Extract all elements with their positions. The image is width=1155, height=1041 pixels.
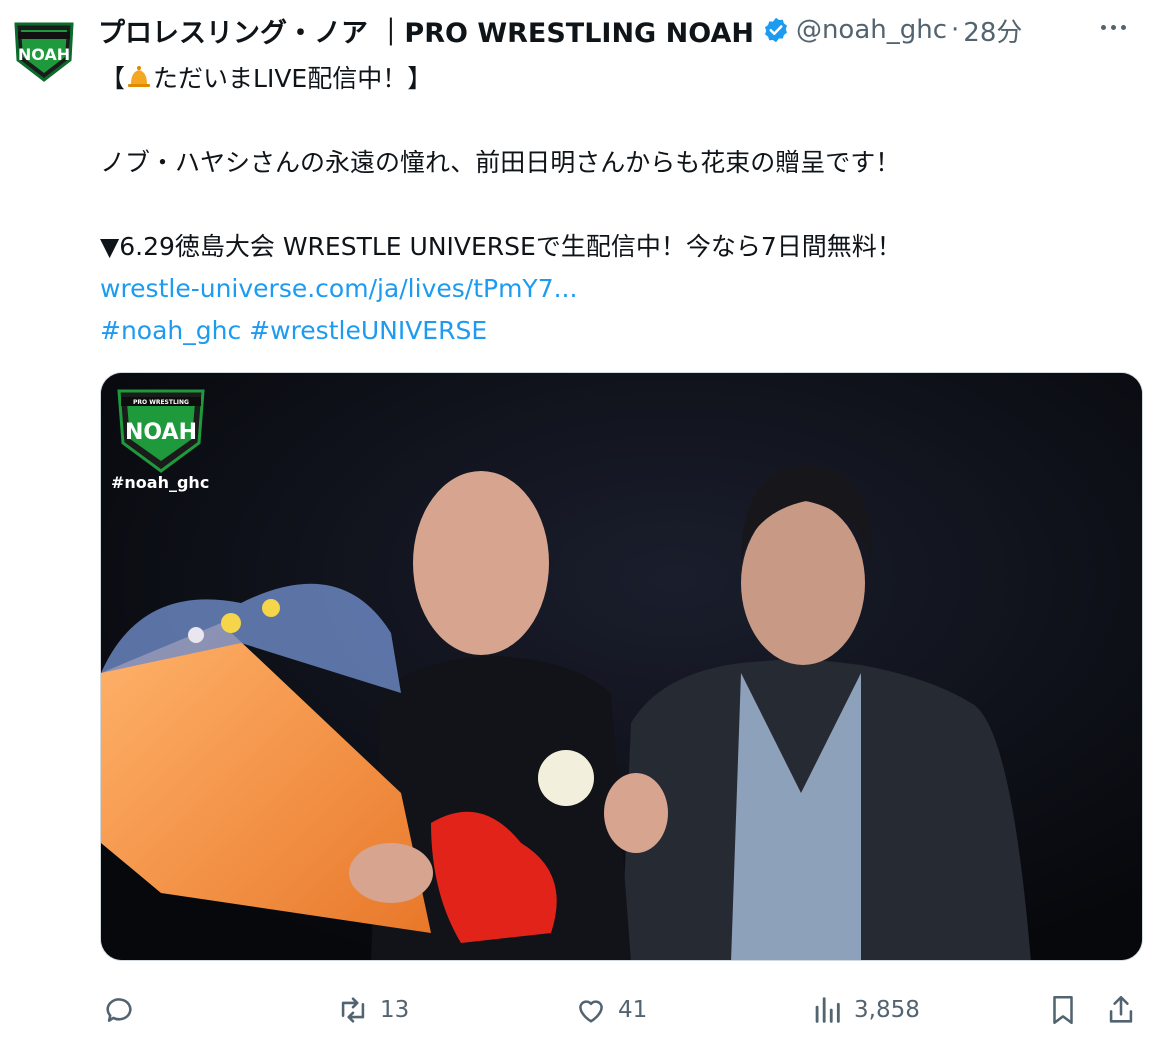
face-left [413, 471, 549, 655]
fist [604, 773, 668, 853]
views-button[interactable]: 3,858 [810, 988, 920, 1032]
shirt-logo [538, 750, 594, 806]
display-name[interactable]: プロレスリング・ノア ｜PRO WRESTLING NOAH [98, 11, 754, 50]
logo-overlay-top: PRO WRESTLING [133, 399, 189, 406]
like-count: 41 [618, 997, 648, 1023]
verified-badge-icon [762, 16, 790, 44]
retweet-icon [341, 997, 365, 1023]
message-line: ノブ・ハヤシさんの永遠の憧れ、前田日明さんからも花束の贈呈です！ [100, 148, 901, 177]
tweet-header: プロレスリング・ノア ｜PRO WRESTLING NOAH @noah_ghc… [98, 10, 1075, 50]
separator-dot: · [951, 15, 960, 45]
hand [349, 843, 433, 903]
svg-text:NOAH: NOAH [18, 45, 70, 64]
reply-icon [106, 998, 132, 1022]
event-line: ▼6.29徳島大会 WRESTLE UNIVERSEで生配信中！今なら7日間無料… [100, 232, 902, 261]
tweet-media-image[interactable]: PRO WRESTLING NOAH #noah_ghc [100, 372, 1143, 961]
share-icon [1109, 995, 1133, 1023]
avatar[interactable]: NOAH [8, 14, 80, 86]
stage-photo: PRO WRESTLING NOAH #noah_ghc [101, 373, 1142, 960]
face-right [741, 501, 865, 665]
more-options-icon[interactable] [1095, 12, 1131, 42]
tweet-actions: 13 41 3,858 [100, 988, 1150, 1032]
timestamp[interactable]: 28分 [963, 12, 1022, 49]
logo-overlay-main: NOAH [125, 420, 197, 445]
views-icon [815, 997, 840, 1023]
bookmark-icon [1053, 995, 1073, 1025]
retweet-count: 13 [380, 997, 410, 1023]
tweet-text: 【ただいまLIVE配信中！】 ノブ・ハヤシさんの永遠の憧れ、前田日明さんからも花… [100, 58, 1125, 352]
overlay-hashtag: #noah_ghc [111, 473, 209, 492]
external-link[interactable]: wrestle-universe.com/ja/lives/tPmY7... [100, 274, 577, 303]
hashtag-line: #noah_ghc #wrestleUNIVERSE [100, 310, 1125, 352]
heart-icon [579, 1000, 603, 1023]
retweet-button[interactable]: 13 [336, 988, 409, 1032]
bell-icon [125, 61, 153, 103]
live-text: ただいまLIVE配信中！】 [153, 64, 433, 93]
view-count: 3,858 [854, 997, 920, 1023]
bookmark-button[interactable] [1046, 988, 1080, 1032]
live-bracket: 【 [100, 64, 126, 93]
live-line: 【ただいまLIVE配信中！】 [100, 58, 1125, 100]
hashtag-wrestle-universe[interactable]: #wrestleUNIVERSE [249, 316, 487, 345]
share-button[interactable] [1104, 988, 1138, 1032]
link-line: wrestle-universe.com/ja/lives/tPmY7... [100, 268, 1125, 310]
reply-button[interactable] [102, 988, 146, 1032]
like-button[interactable]: 41 [574, 988, 647, 1032]
noah-shield-logo: NOAH [14, 22, 74, 82]
hashtag-noah-ghc[interactable]: #noah_ghc [100, 316, 241, 345]
user-handle[interactable]: @noah_ghc [796, 15, 947, 45]
